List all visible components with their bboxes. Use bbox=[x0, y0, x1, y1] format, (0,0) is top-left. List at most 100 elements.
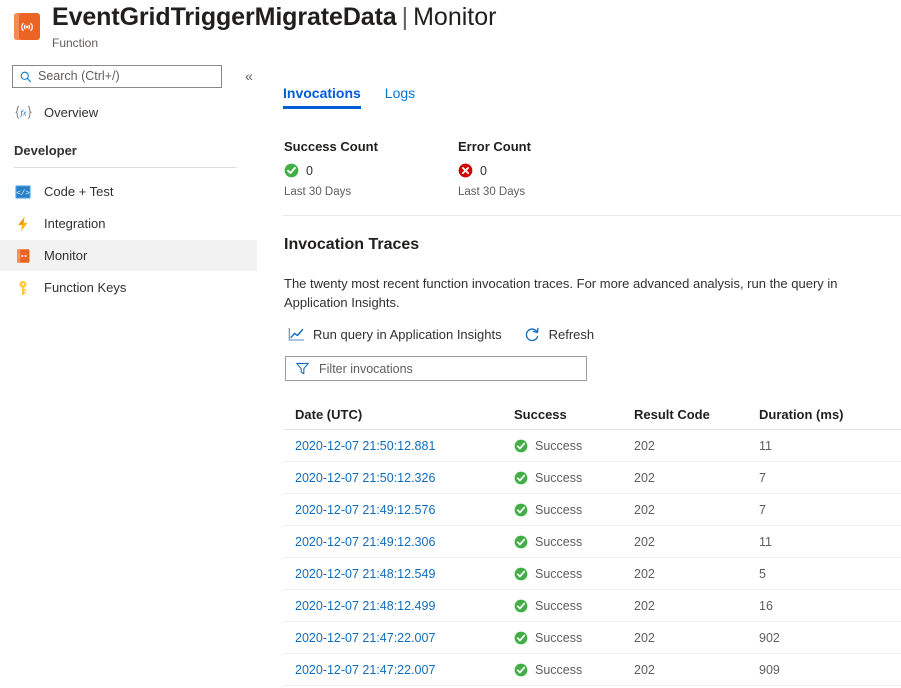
error-count-period: Last 30 Days bbox=[458, 186, 531, 198]
sidebar-group-divider bbox=[14, 167, 237, 168]
cell-date: 2020-12-07 21:49:12.306 bbox=[284, 533, 514, 551]
invocation-date-link[interactable]: 2020-12-07 21:47:22.007 bbox=[295, 663, 435, 677]
table-row[interactable]: 2020-12-07 21:47:22.007 Success202902 bbox=[284, 622, 901, 654]
tab-invocations[interactable]: Invocations bbox=[283, 85, 361, 109]
cell-success: Success bbox=[514, 471, 634, 485]
table-row[interactable]: 2020-12-07 21:50:12.881Success20211 bbox=[284, 430, 901, 462]
table-row[interactable]: 2020-12-07 21:48:12.549Success2025 bbox=[284, 558, 901, 590]
sidebar-item-overview[interactable]: fx Overview bbox=[0, 97, 257, 128]
cell-success: Success bbox=[514, 535, 634, 549]
success-check-icon bbox=[514, 503, 528, 517]
tab-list: Invocations Logs bbox=[283, 85, 439, 109]
table-row[interactable]: 2020-12-07 21:50:12.326 Success2027 bbox=[284, 462, 901, 494]
cell-success: Success bbox=[514, 663, 634, 677]
blade-page-name: Monitor bbox=[413, 3, 496, 31]
invocation-date-link[interactable]: 2020-12-07 21:49:12.576 bbox=[295, 503, 435, 517]
success-check-icon bbox=[514, 471, 528, 485]
cell-result-code: 202 bbox=[634, 663, 759, 677]
success-check-icon bbox=[514, 599, 528, 613]
table-row[interactable]: 2020-12-07 21:48:12.499Success20216 bbox=[284, 590, 901, 622]
cell-duration: 5 bbox=[759, 567, 901, 581]
run-query-button[interactable]: Run query in Application Insights bbox=[288, 326, 502, 343]
invocation-date-link[interactable]: 2020-12-07 21:47:22.007 bbox=[295, 631, 435, 645]
cell-date: 2020-12-07 21:47:22.007 bbox=[284, 661, 514, 679]
cell-success: Success bbox=[514, 631, 634, 645]
resource-name: EventGridTriggerMigrateData bbox=[52, 3, 397, 31]
fx-icon: fx bbox=[14, 104, 32, 122]
success-count-card: Success Count 0 Last 30 Days bbox=[284, 139, 378, 198]
success-count-value: 0 bbox=[306, 164, 313, 178]
table-row[interactable]: 2020-12-07 21:49:12.576Success2027 bbox=[284, 494, 901, 526]
blade-content: Invocations Logs Success Count 0 Last 30… bbox=[283, 58, 901, 688]
cell-duration: 11 bbox=[759, 439, 901, 453]
success-check-icon bbox=[514, 439, 528, 453]
cell-duration: 11 bbox=[759, 535, 901, 549]
invocation-traces-heading: Invocation Traces bbox=[284, 236, 419, 254]
sidebar-item-label: Integration bbox=[44, 216, 105, 231]
success-status-label: Success bbox=[535, 663, 582, 677]
cell-result-code: 202 bbox=[634, 535, 759, 549]
filter-funnel-icon bbox=[295, 361, 310, 376]
search-placeholder: Search (Ctrl+/) bbox=[38, 70, 120, 83]
sidebar-item-function-keys[interactable]: Function Keys bbox=[0, 272, 257, 303]
column-header-success[interactable]: Success bbox=[514, 407, 634, 422]
column-header-date[interactable]: Date (UTC) bbox=[284, 407, 514, 422]
run-query-label: Run query in Application Insights bbox=[313, 327, 502, 342]
sidebar-item-label: Monitor bbox=[44, 248, 87, 263]
column-header-result-code[interactable]: Result Code bbox=[634, 407, 759, 422]
cell-result-code: 202 bbox=[634, 631, 759, 645]
column-header-duration[interactable]: Duration (ms) bbox=[759, 407, 901, 422]
refresh-icon bbox=[524, 326, 541, 343]
invocation-date-link[interactable]: 2020-12-07 21:48:12.549 bbox=[295, 567, 435, 581]
table-header-row: Date (UTC) Success Result Code Duration … bbox=[284, 400, 901, 430]
function-app-icon bbox=[14, 13, 40, 40]
sidebar-item-code-test[interactable]: </> Code + Test bbox=[0, 176, 257, 207]
error-count-title: Error Count bbox=[458, 139, 531, 154]
error-x-icon bbox=[458, 163, 473, 178]
invocation-date-link[interactable]: 2020-12-07 21:50:12.326 bbox=[295, 471, 435, 485]
cell-date: 2020-12-07 21:50:12.326 bbox=[284, 469, 514, 487]
page-title: EventGridTriggerMigrateData|Monitor Func… bbox=[52, 1, 496, 50]
cell-success: Success bbox=[514, 503, 634, 517]
invocation-traces-description: The twenty most recent function invocati… bbox=[284, 274, 879, 312]
cell-date: 2020-12-07 21:48:12.549 bbox=[284, 565, 514, 583]
cell-date: 2020-12-07 21:49:12.576 bbox=[284, 501, 514, 519]
success-check-icon bbox=[514, 663, 528, 677]
invocation-date-link[interactable]: 2020-12-07 21:48:12.499 bbox=[295, 599, 435, 613]
sidebar-item-monitor[interactable]: Monitor bbox=[0, 240, 257, 271]
success-count-period: Last 30 Days bbox=[284, 186, 378, 198]
svg-text:fx: fx bbox=[20, 108, 26, 118]
filter-invocations-input[interactable]: Filter invocations bbox=[285, 356, 587, 381]
collapse-sidebar-button[interactable]: « bbox=[240, 67, 258, 85]
success-status-label: Success bbox=[535, 439, 582, 453]
invocation-date-link[interactable]: 2020-12-07 21:50:12.881 bbox=[295, 439, 435, 453]
refresh-button[interactable]: Refresh bbox=[524, 326, 595, 343]
azure-portal-blade: EventGridTriggerMigrateData|Monitor Func… bbox=[0, 0, 901, 688]
search-input[interactable]: Search (Ctrl+/) bbox=[12, 65, 222, 88]
sidebar-group-developer: Developer bbox=[0, 143, 237, 158]
search-icon bbox=[19, 70, 33, 84]
table-row[interactable]: 2020-12-07 21:49:12.306 Success20211 bbox=[284, 526, 901, 558]
cell-duration: 902 bbox=[759, 631, 901, 645]
cell-result-code: 202 bbox=[634, 471, 759, 485]
sidebar-item-integration[interactable]: Integration bbox=[0, 208, 257, 239]
cell-duration: 7 bbox=[759, 503, 901, 517]
svg-text:</>: </> bbox=[16, 190, 30, 198]
invocation-date-link[interactable]: 2020-12-07 21:49:12.306 bbox=[295, 535, 435, 549]
success-check-icon bbox=[514, 631, 528, 645]
cell-date: 2020-12-07 21:50:12.881 bbox=[284, 437, 514, 455]
table-row[interactable]: 2020-12-07 21:47:22.007Success202909 bbox=[284, 654, 901, 686]
line-chart-icon bbox=[288, 326, 305, 343]
cell-duration: 7 bbox=[759, 471, 901, 485]
resource-type-label: Function bbox=[52, 36, 496, 50]
tab-logs[interactable]: Logs bbox=[385, 85, 415, 109]
refresh-label: Refresh bbox=[549, 327, 595, 342]
success-count-title: Success Count bbox=[284, 139, 378, 154]
cell-result-code: 202 bbox=[634, 599, 759, 613]
cell-result-code: 202 bbox=[634, 567, 759, 581]
cell-success: Success bbox=[514, 599, 634, 613]
sidebar-search-row: Search (Ctrl+/) « bbox=[12, 65, 260, 89]
sidebar-item-label: Code + Test bbox=[44, 184, 114, 199]
error-count-value: 0 bbox=[480, 164, 487, 178]
section-divider bbox=[283, 215, 901, 216]
